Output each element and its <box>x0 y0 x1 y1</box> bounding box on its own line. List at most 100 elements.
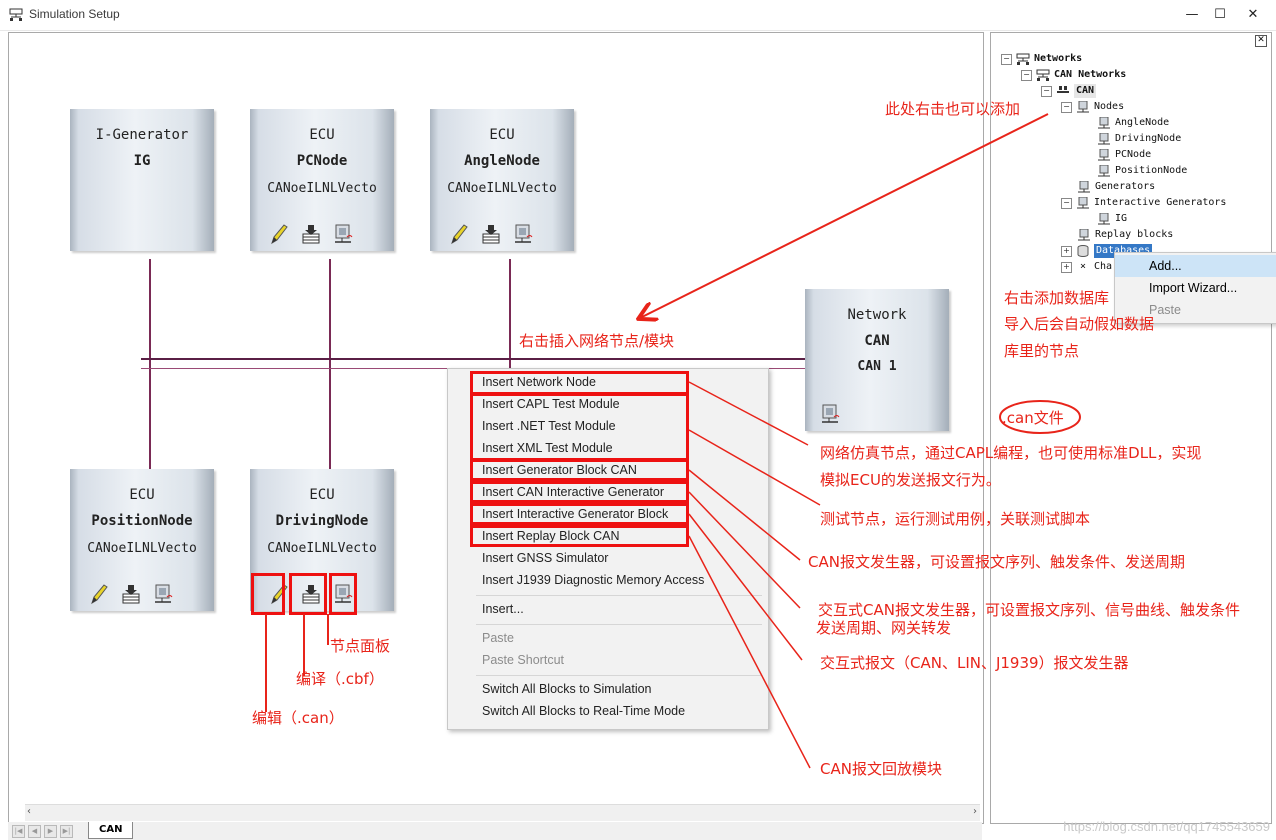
can-bus-line <box>141 358 811 360</box>
menu-separator <box>476 595 762 596</box>
generator-icon <box>1098 213 1110 225</box>
pencil-edit-icon[interactable] <box>448 223 470 245</box>
expand-icon[interactable]: + <box>1061 245 1072 257</box>
node-database: CANoeILNLVecto <box>267 181 377 196</box>
collapse-icon[interactable]: − <box>1001 53 1012 65</box>
node-icon <box>1098 133 1110 145</box>
annotation-add-db-2: 导入后会自动假如数据 <box>1004 315 1155 333</box>
node-database: CANoeILNLVecto <box>447 181 557 196</box>
tree-item-can[interactable]: − CAN <box>1041 84 1097 98</box>
compile-icon[interactable] <box>480 223 502 245</box>
menu-item-switch-realtime[interactable]: Switch All Blocks to Real-Time Mode <box>482 700 685 722</box>
minimize-button[interactable]: — <box>1181 5 1203 25</box>
annotation-compile: 编译（.cbf） <box>296 670 384 688</box>
node-database: CAN 1 <box>857 359 897 374</box>
close-button[interactable]: ✕ <box>1242 5 1264 25</box>
node-type: ECU <box>489 127 515 143</box>
node-icon <box>1098 149 1110 161</box>
scroll-right-icon[interactable]: › <box>973 806 977 817</box>
node-type: I-Generator <box>95 127 189 143</box>
tree-item-pcnode[interactable]: PCNode <box>1097 148 1151 162</box>
close-pane-icon[interactable]: ✕ <box>1255 35 1267 47</box>
menu-hover-highlight <box>1115 255 1276 277</box>
node-anglenode[interactable]: ECU AngleNode CANoeILNLVecto <box>430 109 574 251</box>
annotation-add-db-3: 库里的节点 <box>1004 342 1080 360</box>
annotation-can-file: .can文件 <box>1002 409 1064 427</box>
horizontal-scrollbar[interactable]: ‹ › <box>25 804 980 821</box>
title-bar: Simulation Setup — ☐ ✕ <box>0 0 1276 31</box>
next-tab-icon[interactable]: ▶ <box>44 825 57 838</box>
node-icon <box>1077 101 1089 113</box>
node-name: PCNode <box>296 153 348 169</box>
tree-item-channels[interactable]: + × Cha <box>1061 260 1112 274</box>
collapse-icon[interactable]: − <box>1021 69 1032 81</box>
annotation-test-node: 测试节点，运行测试用例，关联测试脚本 <box>820 510 1091 528</box>
node-panel-icon[interactable] <box>152 583 174 605</box>
collapse-icon[interactable]: − <box>1041 85 1052 97</box>
compile-icon[interactable] <box>120 583 142 605</box>
bus-link-pcnode <box>329 259 331 501</box>
pencil-edit-icon[interactable] <box>88 583 110 605</box>
node-positionnode[interactable]: ECU PositionNode CANoeILNLVecto <box>70 469 214 611</box>
highlight-generator-block <box>470 459 689 481</box>
node-panel-icon[interactable] <box>819 403 841 425</box>
highlight-test-modules <box>470 393 689 461</box>
menu-item-paste-shortcut: Paste Shortcut <box>482 653 564 667</box>
node-type: ECU <box>309 487 335 503</box>
tree-item-interactive-generators[interactable]: − Interactive Generators <box>1061 196 1226 210</box>
compile-icon[interactable] <box>300 223 322 245</box>
highlight-can-interactive <box>470 481 689 503</box>
tree-item-positionnode[interactable]: PositionNode <box>1097 164 1187 178</box>
collapse-icon[interactable]: − <box>1061 101 1072 113</box>
tree-item-generators[interactable]: Generators <box>1077 180 1155 194</box>
tree-item-drivingnode[interactable]: DrivingNode <box>1097 132 1181 146</box>
node-name: CAN <box>864 333 890 349</box>
annotation-edit: 编辑（.can） <box>252 709 344 727</box>
highlight-network-node <box>470 371 689 395</box>
menu-item-import-wizard[interactable]: Import Wizard... <box>1149 277 1237 299</box>
node-type: ECU <box>309 127 335 143</box>
menu-item-insert[interactable]: Insert... <box>482 598 524 620</box>
generator-icon <box>1077 197 1089 209</box>
node-panel-icon[interactable] <box>332 223 354 245</box>
node-database: CANoeILNLVecto <box>87 541 197 556</box>
menu-separator <box>476 675 762 676</box>
tree-item-anglenode[interactable]: AngleNode <box>1097 116 1169 130</box>
window-title: Simulation Setup <box>29 7 120 21</box>
highlight-compile-icon <box>289 573 327 615</box>
network-tree-pane[interactable]: ✕ − Networks − CAN Networks − CAN − Node… <box>990 32 1272 824</box>
highlight-interactive-block <box>470 503 689 525</box>
menu-item-add[interactable]: Add... <box>1149 255 1182 277</box>
menu-item-paste: Paste <box>482 631 514 645</box>
annotation-network-node-2: 模拟ECU的发送报文行为。 <box>820 471 1001 489</box>
prev-tab-icon[interactable]: ◀ <box>28 825 41 838</box>
node-ig[interactable]: I-Generator IG <box>70 109 214 251</box>
node-network-can[interactable]: Network CAN CAN 1 <box>805 289 949 431</box>
collapse-icon[interactable]: − <box>1061 197 1072 209</box>
node-name: IG <box>133 153 151 169</box>
maximize-button[interactable]: ☐ <box>1209 5 1231 25</box>
tab-can[interactable]: CAN <box>88 822 134 839</box>
node-pcnode[interactable]: ECU PCNode CANoeILNLVecto <box>250 109 394 251</box>
network-icon <box>1057 86 1069 93</box>
last-tab-icon[interactable]: ▶| <box>60 825 73 838</box>
node-name: AngleNode <box>464 153 540 169</box>
menu-item-switch-simulation[interactable]: Switch All Blocks to Simulation <box>482 678 652 700</box>
menu-item-insert-gnss-simulator[interactable]: Insert GNSS Simulator <box>482 547 608 569</box>
tree-item-nodes[interactable]: − Nodes <box>1061 100 1124 114</box>
expand-icon[interactable]: + <box>1061 261 1072 273</box>
tree-item-replay-blocks[interactable]: Replay blocks <box>1077 228 1173 242</box>
pencil-edit-icon[interactable] <box>268 223 290 245</box>
scroll-left-icon[interactable]: ‹ <box>27 806 31 817</box>
annotation-network-node-1: 网络仿真节点，通过CAPL编程，也可使用标准DLL，实现 <box>820 444 1202 462</box>
annotation-right-click-add: 此处右击也可以添加 <box>885 100 1021 118</box>
tree-item-ig[interactable]: IG <box>1097 212 1127 226</box>
node-panel-icon[interactable] <box>512 223 534 245</box>
tree-item-can-networks[interactable]: − CAN Networks <box>1021 68 1126 82</box>
tree-item-networks[interactable]: − Networks <box>1001 52 1082 66</box>
node-icon <box>1098 117 1110 129</box>
menu-item-insert-j1939-dma[interactable]: Insert J1939 Diagnostic Memory Access <box>482 569 704 591</box>
bus-link-anglenode <box>509 259 511 369</box>
first-tab-icon[interactable]: |◀ <box>12 825 25 838</box>
node-type: Network <box>847 307 907 323</box>
